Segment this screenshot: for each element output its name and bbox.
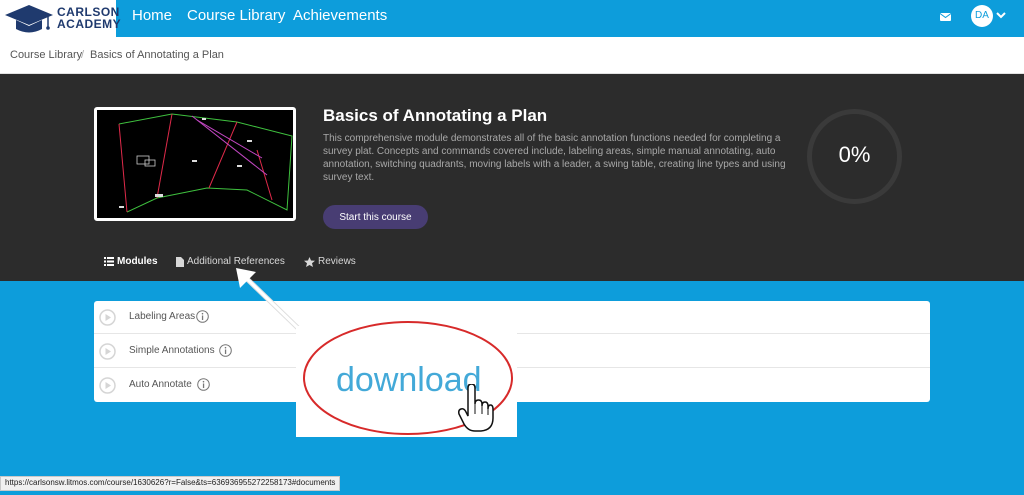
course-tabs: Modules Additional References Reviews bbox=[0, 254, 1024, 281]
info-icon[interactable] bbox=[196, 310, 209, 323]
info-icon[interactable] bbox=[219, 344, 232, 357]
course-hero: Basics of Annotating a Plan This compreh… bbox=[0, 74, 1024, 281]
breadcrumb-course-library[interactable]: Course Library bbox=[10, 49, 82, 61]
tab-modules-label: Modules bbox=[117, 256, 158, 267]
breadcrumb-separator: / bbox=[81, 49, 85, 61]
user-avatar[interactable]: DA bbox=[971, 5, 993, 27]
graduation-cap-icon bbox=[5, 5, 53, 33]
logo[interactable]: CARLSON ACADEMY bbox=[0, 0, 121, 37]
logo-text: CARLSON ACADEMY bbox=[57, 5, 122, 31]
hand-cursor-icon bbox=[458, 384, 494, 432]
module-label: Labeling Areas bbox=[129, 311, 196, 322]
info-icon[interactable] bbox=[197, 378, 210, 391]
progress-percent: 0% bbox=[838, 142, 871, 167]
breadcrumb-current: Basics of Annotating a Plan bbox=[90, 49, 224, 61]
nav-achievements[interactable]: Achievements bbox=[293, 7, 387, 24]
status-url: https://carlsonsw.litmos.com/course/1630… bbox=[0, 476, 341, 491]
list-icon bbox=[104, 257, 114, 266]
tab-reviews[interactable]: Reviews bbox=[304, 256, 356, 267]
breadcrumb: Course Library / Basics of Annotating a … bbox=[0, 37, 1024, 74]
module-label: Auto Annotate bbox=[129, 379, 192, 390]
course-description: This comprehensive module demonstrates a… bbox=[323, 133, 786, 183]
mail-icon[interactable] bbox=[940, 13, 951, 21]
nav-course-library[interactable]: Course Library bbox=[187, 7, 285, 24]
play-icon[interactable] bbox=[99, 309, 116, 326]
play-icon[interactable] bbox=[99, 377, 116, 394]
star-icon bbox=[304, 256, 315, 267]
chevron-down-icon[interactable] bbox=[996, 11, 1006, 19]
pointer-arrow-icon bbox=[236, 268, 302, 332]
tab-reviews-label: Reviews bbox=[318, 256, 356, 267]
start-course-button[interactable]: Start this course bbox=[323, 205, 428, 229]
nav-home[interactable]: Home bbox=[132, 7, 172, 24]
top-navbar: CARLSON ACADEMY Home Course Library Achi… bbox=[0, 0, 1024, 37]
tab-modules[interactable]: Modules bbox=[104, 256, 158, 267]
document-icon bbox=[176, 256, 184, 267]
course-thumbnail bbox=[94, 107, 296, 221]
module-label: Simple Annotations bbox=[129, 345, 215, 356]
play-icon[interactable] bbox=[99, 343, 116, 360]
course-title: Basics of Annotating a Plan bbox=[323, 106, 548, 125]
survey-plan-drawing bbox=[97, 110, 293, 218]
